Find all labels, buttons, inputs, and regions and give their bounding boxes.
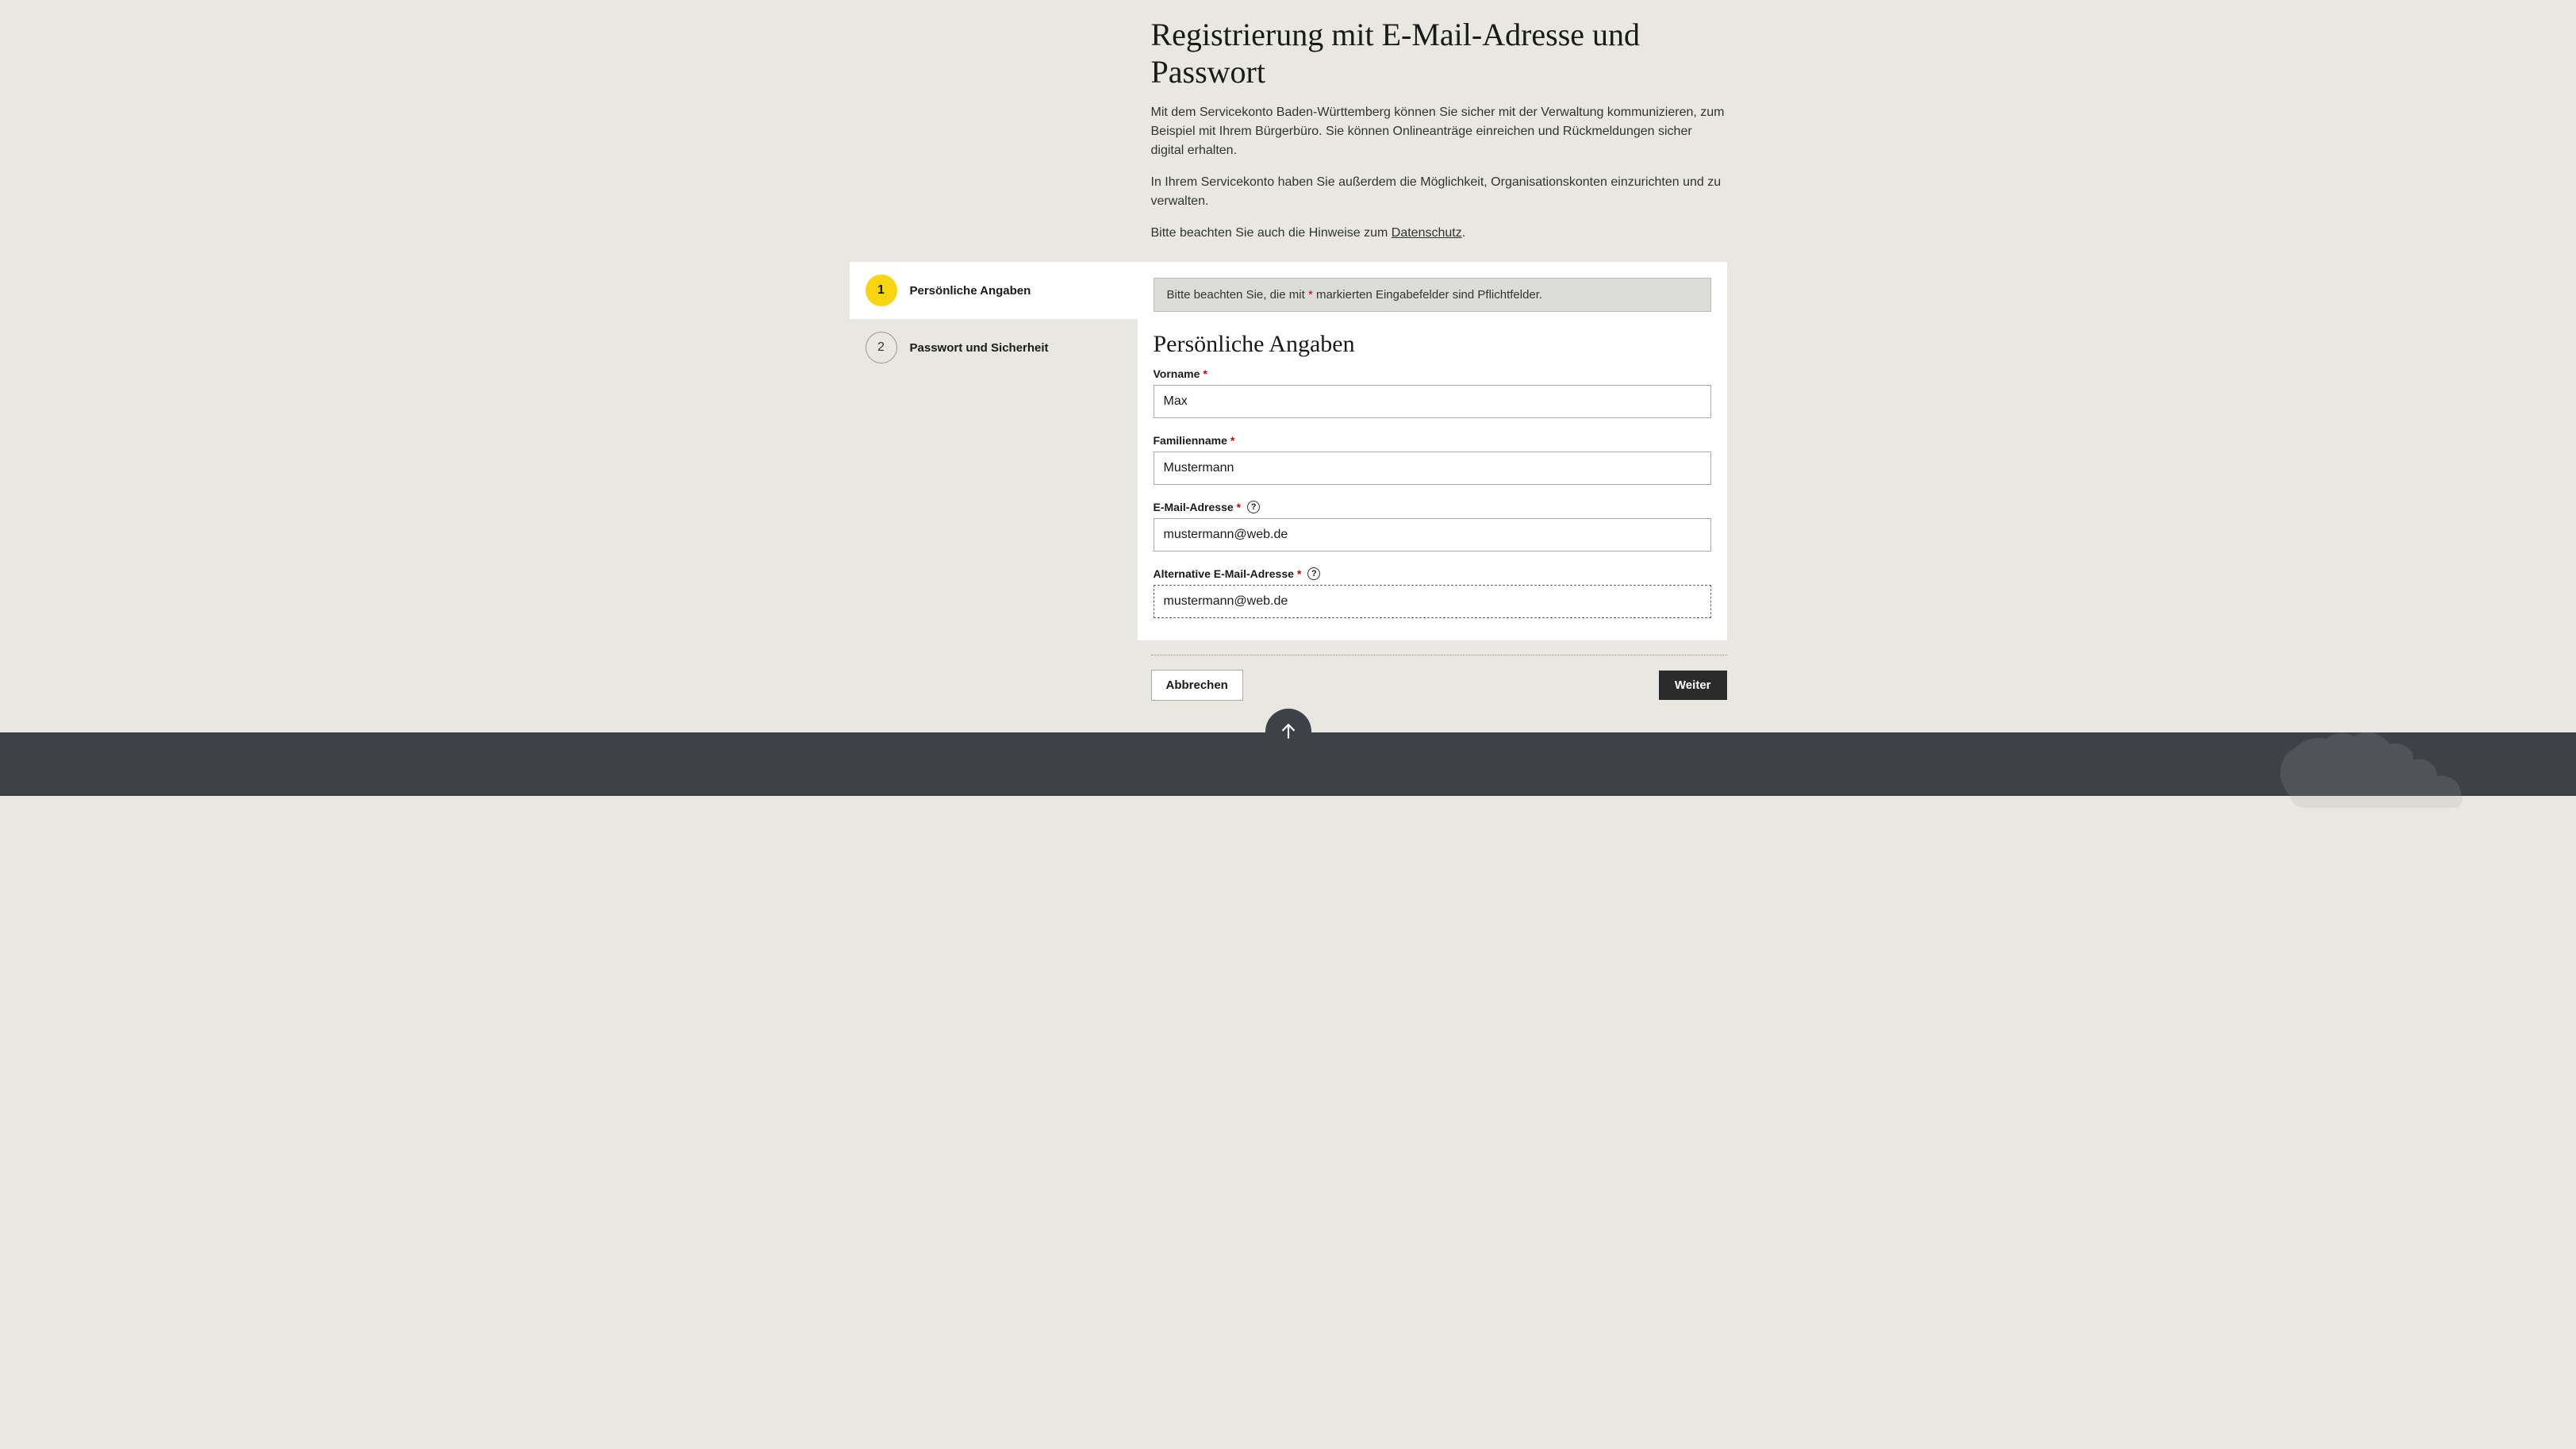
required-asterisk: * xyxy=(1203,367,1207,380)
section-title: Persönliche Angaben xyxy=(1154,331,1711,358)
notice-prefix: Bitte beachten Sie, die mit xyxy=(1167,288,1308,302)
step-label: Passwort und Sicherheit xyxy=(910,341,1049,355)
label-text: Alternative E-Mail-Adresse xyxy=(1154,567,1294,580)
field-alt-email: Alternative E-Mail-Adresse* ? xyxy=(1154,567,1711,618)
familienname-input[interactable] xyxy=(1154,452,1711,485)
step-item-personal-info[interactable]: 1 Persönliche Angaben xyxy=(850,262,1138,319)
intro-paragraph-1: Mit dem Servicekonto Baden-Württemberg k… xyxy=(1151,103,1727,160)
field-vorname: Vorname* xyxy=(1154,367,1711,418)
intro3-prefix: Bitte beachten Sie auch die Hinweise zum xyxy=(1151,226,1392,240)
cancel-button[interactable]: Abbrechen xyxy=(1151,670,1243,701)
label-vorname: Vorname* xyxy=(1154,367,1711,380)
label-familienname: Familienname* xyxy=(1154,434,1711,447)
step-number: 1 xyxy=(866,275,897,306)
footer xyxy=(0,732,2576,796)
intro-paragraph-2: In Ihrem Servicekonto haben Sie außerdem… xyxy=(1151,173,1727,211)
label-email: E-Mail-Adresse* ? xyxy=(1154,501,1711,513)
form-panel: Bitte beachten Sie, die mit * markierten… xyxy=(1138,262,1727,640)
page-title: Registrierung mit E-Mail-Adresse und Pas… xyxy=(850,16,1727,90)
scroll-to-top-button[interactable] xyxy=(1265,709,1311,755)
label-text: Familienname xyxy=(1154,434,1227,447)
required-asterisk: * xyxy=(1230,434,1234,447)
required-asterisk: * xyxy=(1237,501,1241,513)
privacy-link[interactable]: Datenschutz xyxy=(1392,226,1462,240)
alt-email-input[interactable] xyxy=(1154,585,1711,618)
email-input[interactable] xyxy=(1154,518,1711,552)
label-alt-email: Alternative E-Mail-Adresse* ? xyxy=(1154,567,1711,580)
intro-section: Mit dem Servicekonto Baden-Württemberg k… xyxy=(850,103,1727,243)
step-number: 2 xyxy=(866,332,897,363)
intro-paragraph-3: Bitte beachten Sie auch die Hinweise zum… xyxy=(1151,224,1727,243)
help-icon[interactable]: ? xyxy=(1307,567,1320,580)
next-button[interactable]: Weiter xyxy=(1659,671,1727,700)
step-item-password-security[interactable]: 2 Passwort und Sicherheit xyxy=(850,319,1138,376)
field-email: E-Mail-Adresse* ? xyxy=(1154,501,1711,552)
field-familienname: Familienname* xyxy=(1154,434,1711,485)
intro3-suffix: . xyxy=(1462,226,1465,240)
actions-bar: Abbrechen Weiter xyxy=(850,640,1727,701)
lion-decoration-icon xyxy=(2259,717,2481,812)
required-asterisk: * xyxy=(1297,567,1301,580)
label-text: E-Mail-Adresse xyxy=(1154,501,1234,513)
arrow-up-icon xyxy=(1278,721,1299,742)
label-text: Vorname xyxy=(1154,367,1200,380)
step-label: Persönliche Angaben xyxy=(910,284,1031,298)
vorname-input[interactable] xyxy=(1154,385,1711,418)
step-sidebar: 1 Persönliche Angaben 2 Passwort und Sic… xyxy=(850,262,1138,640)
notice-suffix: markierten Eingabefelder sind Pflichtfel… xyxy=(1313,288,1542,302)
required-fields-notice: Bitte beachten Sie, die mit * markierten… xyxy=(1154,278,1711,312)
help-icon[interactable]: ? xyxy=(1247,501,1260,513)
